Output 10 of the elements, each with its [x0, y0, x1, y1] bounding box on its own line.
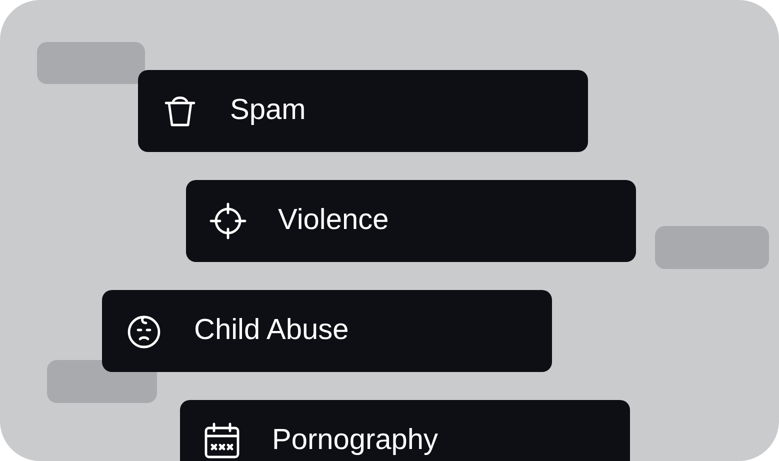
category-label: Violence: [278, 203, 389, 238]
category-pill[interactable]: Spam: [138, 70, 588, 152]
category-pill[interactable]: Child Abuse: [102, 290, 552, 372]
category-pill[interactable]: Pornography: [180, 400, 630, 461]
category-label: Pornography: [272, 423, 438, 458]
category-label: Spam: [230, 93, 306, 128]
calendar-icon: [202, 421, 242, 461]
category-pill[interactable]: Violence: [186, 180, 636, 262]
category-label: Child Abuse: [194, 313, 349, 348]
crosshair-icon: [208, 201, 248, 241]
